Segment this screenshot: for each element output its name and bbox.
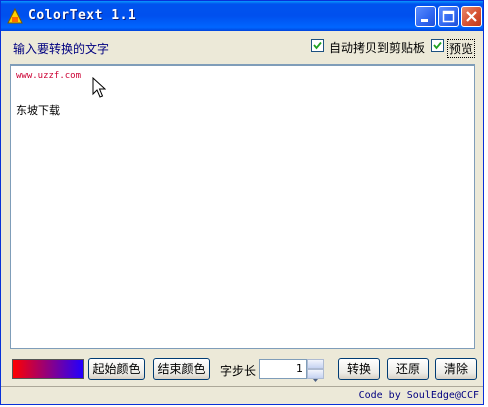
checkmark-icon — [313, 41, 322, 50]
clear-button[interactable]: 清除 — [435, 358, 477, 380]
spin-up-button[interactable] — [307, 359, 324, 373]
title-bar[interactable]: ColorText 1.1 — [1, 1, 483, 31]
spin-down-button[interactable] — [307, 369, 324, 382]
window-title: ColorText 1.1 — [28, 8, 137, 23]
step-length-input[interactable]: 1 — [259, 359, 307, 379]
status-bar: Code by SoulEdge@CCF — [1, 386, 483, 405]
maximize-icon — [442, 10, 455, 23]
editor-line-1: www.uzzf.com — [16, 71, 82, 81]
minimize-button[interactable] — [415, 6, 436, 27]
auto-copy-label[interactable]: 自动拷贝到剪贴板 — [329, 39, 425, 56]
mouse-cursor-icon — [92, 76, 107, 103]
minimize-icon — [421, 19, 428, 22]
app-icon — [7, 7, 23, 24]
end-color-button[interactable]: 结束颜色 — [153, 358, 210, 380]
input-label: 输入要转换的文字 — [13, 42, 110, 56]
credit-text: Code by SoulEdge@CCF — [358, 390, 479, 401]
gradient-preview — [12, 359, 84, 379]
preview-label[interactable]: 预览 — [447, 39, 476, 58]
editor-line-2: 东坡下载 — [16, 104, 60, 117]
preview-checkbox[interactable] — [431, 39, 444, 52]
close-button[interactable] — [461, 6, 482, 27]
desktop-edge — [484, 0, 488, 407]
text-editor[interactable]: www.uzzf.com 东坡下载 — [10, 64, 475, 349]
checkmark-icon — [433, 41, 442, 50]
step-length-label: 字步长 — [220, 364, 257, 378]
convert-button[interactable]: 转换 — [338, 358, 380, 380]
restore-button[interactable]: 还原 — [387, 358, 429, 380]
maximize-button[interactable] — [438, 6, 459, 27]
spin-down-icon — [313, 379, 318, 382]
start-color-button[interactable]: 起始颜色 — [88, 358, 145, 380]
auto-copy-checkbox[interactable] — [311, 39, 324, 52]
app-window: ColorText 1.1 输入要转换的文字 自动拷贝到剪贴板 预览 www.u… — [0, 0, 484, 405]
close-icon — [466, 11, 477, 22]
